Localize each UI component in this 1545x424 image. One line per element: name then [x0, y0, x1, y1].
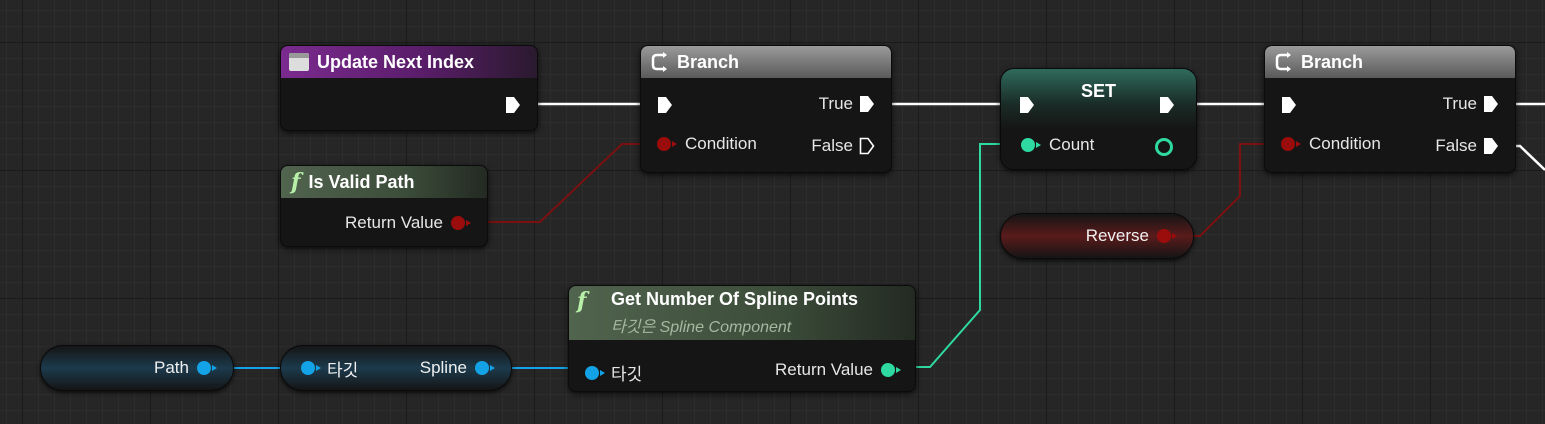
exec-out-pin[interactable]	[1159, 96, 1175, 114]
target-input-pin[interactable]	[301, 361, 321, 375]
reverse-getter-node[interactable]: Reverse	[1000, 213, 1194, 259]
spline-output-pin[interactable]	[475, 361, 495, 375]
branch1-true-label: True	[818, 94, 853, 113]
exec-in-pin[interactable]	[657, 96, 673, 114]
branch1-header[interactable]: Branch	[641, 46, 891, 78]
exec-in-pin[interactable]	[1019, 96, 1035, 114]
reverse-label: Reverse	[1085, 226, 1149, 245]
branch2-true-row[interactable]: True	[1443, 94, 1499, 114]
branch-icon	[1275, 52, 1291, 72]
function-icon: f	[291, 169, 301, 195]
get-spline-points-title: Get Number Of Spline Points	[611, 289, 859, 309]
exec-true-pin[interactable]	[859, 95, 875, 113]
branch1-true-row[interactable]: True	[819, 94, 875, 114]
branch1-false-row[interactable]: False	[811, 136, 875, 156]
bool-wire-isvalid-to-condition	[468, 143, 664, 223]
branch-icon	[651, 52, 667, 72]
branch2-true-label: True	[1442, 94, 1477, 113]
get-spline-points-node[interactable]: f Get Number Of Spline Points 타깃은 Spline…	[568, 285, 916, 392]
event-icon	[289, 53, 309, 71]
branch2-title: Branch	[1301, 51, 1364, 72]
get-spline-points-subtitle: 타깃은 Spline Component	[611, 319, 792, 336]
exec-false-pin[interactable]	[859, 137, 875, 155]
branch2-false-label: False	[1435, 136, 1477, 155]
count-input-pin[interactable]	[1021, 138, 1041, 152]
update-next-index-title: Update Next Index	[317, 51, 475, 72]
spline-getter-target-row[interactable]: 타깃	[301, 356, 358, 381]
branch2-false-row[interactable]: False	[1435, 136, 1499, 156]
is-valid-return-label: Return Value	[345, 213, 443, 232]
is-valid-return-row[interactable]: Return Value	[345, 213, 471, 233]
condition-pin[interactable]	[1281, 137, 1301, 151]
spline-getter-spline-label: Spline	[419, 358, 467, 377]
update-next-index-header[interactable]: Update Next Index	[281, 46, 537, 78]
set-count-row[interactable]: Count	[1021, 135, 1094, 155]
branch1-title: Branch	[677, 51, 740, 72]
return-value-pin[interactable]	[451, 216, 471, 230]
get-spline-target-label: 타깃	[611, 365, 643, 384]
path-label: Path	[154, 358, 189, 377]
is-valid-path-title: Is Valid Path	[308, 171, 415, 192]
count-output-pin[interactable]	[1155, 138, 1173, 156]
branch1-false-label: False	[811, 136, 853, 155]
path-output-pin[interactable]	[197, 361, 217, 375]
condition-pin[interactable]	[657, 137, 677, 151]
return-value-pin[interactable]	[881, 363, 901, 377]
exec-false-pin[interactable]	[1483, 137, 1499, 155]
is-valid-path-header[interactable]: f Is Valid Path	[281, 166, 487, 198]
branch1-condition-label: Condition	[685, 134, 757, 153]
exec-in-pin[interactable]	[1281, 96, 1297, 114]
branch1-node[interactable]: Branch True Condition False	[640, 45, 892, 173]
reverse-output-pin[interactable]	[1157, 229, 1177, 243]
get-spline-return-row[interactable]: Return Value	[775, 360, 901, 380]
spline-getter-node[interactable]: 타깃 Spline	[280, 345, 512, 391]
function-icon: f	[577, 288, 587, 314]
exec-true-pin[interactable]	[1483, 95, 1499, 113]
target-input-pin[interactable]	[585, 365, 605, 380]
get-spline-target-row[interactable]: 타깃	[585, 360, 642, 385]
exec-out-pin[interactable]	[505, 96, 521, 114]
spline-getter-output-row[interactable]: Spline	[419, 358, 495, 378]
branch1-condition-row[interactable]: Condition	[657, 134, 757, 154]
branch2-condition-row[interactable]: Condition	[1281, 134, 1381, 154]
update-next-index-node[interactable]: Update Next Index	[280, 45, 538, 131]
get-spline-points-header[interactable]: f Get Number Of Spline Points 타깃은 Spline…	[569, 286, 915, 340]
is-valid-path-node[interactable]: f Is Valid Path Return Value	[280, 165, 488, 247]
spline-getter-target-label: 타깃	[327, 360, 359, 380]
path-getter-node[interactable]: Path	[40, 345, 234, 391]
branch2-condition-label: Condition	[1309, 134, 1381, 153]
get-spline-return-label: Return Value	[775, 360, 873, 379]
set-node[interactable]: SET Count	[1000, 68, 1197, 170]
branch2-header[interactable]: Branch	[1265, 46, 1515, 78]
branch2-node[interactable]: Branch True Condition False	[1264, 45, 1516, 173]
set-count-label: Count	[1049, 135, 1095, 154]
